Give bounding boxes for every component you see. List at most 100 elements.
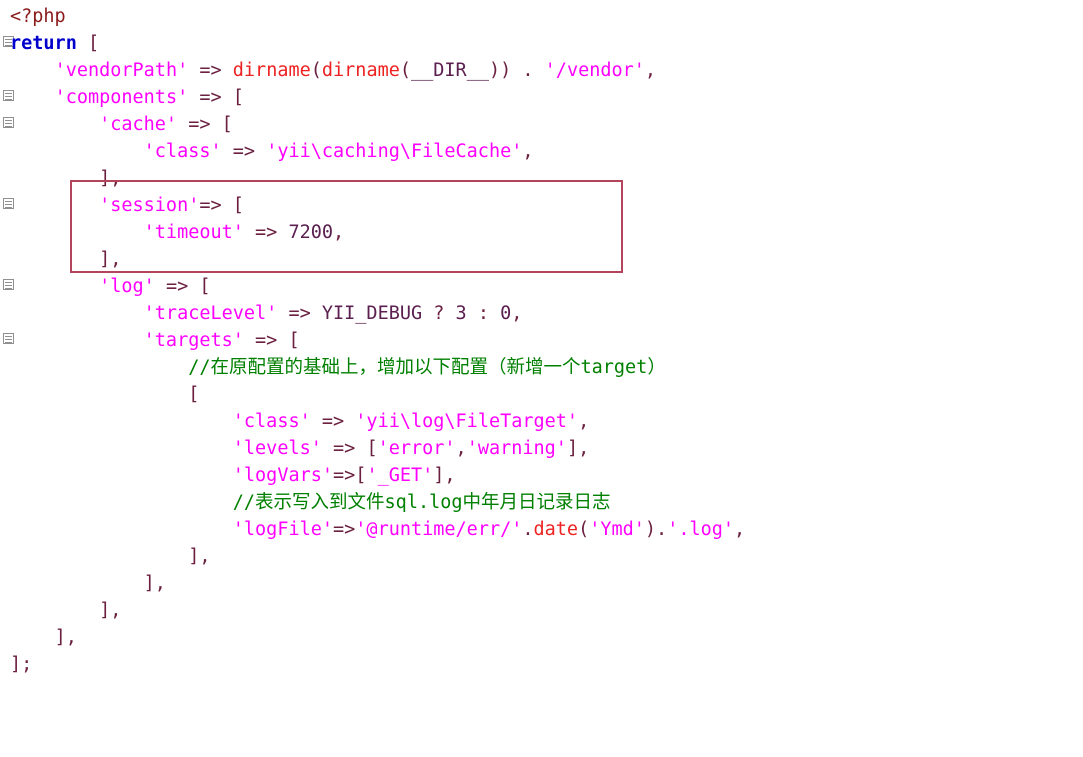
code-token: 'warning' — [466, 438, 567, 459]
code-token: => — [199, 195, 222, 216]
code-token: [ — [87, 33, 100, 54]
code-token: ], — [99, 168, 122, 189]
code-content[interactable]: <?php return [ 'vendorPath' => dirname(di… — [10, 3, 1083, 678]
code-line[interactable]: [ — [10, 381, 1083, 408]
code-token: [ — [188, 384, 200, 405]
code-line[interactable]: 'class' => 'yii\caching\FileCache', — [10, 138, 1083, 165]
code-line[interactable]: ]; — [10, 651, 1083, 678]
code-token: 'log' — [99, 276, 155, 297]
code-token: => — [321, 411, 345, 432]
code-line[interactable]: return [ — [10, 30, 1083, 57]
code-line[interactable]: //表示写入到文件sql.log中年月日记录日志 — [10, 489, 1083, 516]
code-line[interactable]: 'timeout' => 7200, — [10, 219, 1083, 246]
code-token: . — [522, 519, 534, 540]
code-token: [ — [232, 87, 244, 108]
code-token: ], — [433, 465, 456, 486]
code-line[interactable]: 'cache' => [ — [10, 111, 1083, 138]
code-line[interactable]: 'logVars'=>['_GET'], — [10, 462, 1083, 489]
code-token: => — [188, 114, 211, 135]
code-token: 'error' — [377, 438, 456, 459]
code-line[interactable]: ], — [10, 543, 1083, 570]
code-token: ? — [433, 303, 445, 324]
code-token: => — [333, 519, 356, 540]
code-token: [ — [199, 276, 211, 297]
code-line[interactable]: 'logFile'=>'@runtime/err/'.date('Ymd').'… — [10, 516, 1083, 543]
code-token: => — [199, 60, 222, 81]
code-token: [ — [221, 114, 233, 135]
code-token: =>[ — [333, 465, 367, 486]
code-token: 3 — [455, 303, 467, 324]
code-line[interactable]: 'traceLevel' => YII_DEBUG ? 3 : 0, — [10, 300, 1083, 327]
code-token: 'yii\caching\FileCache' — [266, 141, 523, 162]
code-token: 'components' — [54, 87, 189, 108]
code-token: . — [522, 60, 534, 81]
code-token: => — [288, 303, 311, 324]
code-token: 7200 — [288, 222, 334, 243]
code-token: => — [255, 330, 278, 351]
code-token: => — [199, 87, 222, 108]
code-line[interactable]: 'components' => [ — [10, 84, 1083, 111]
code-token: , — [511, 303, 523, 324]
code-token: 'logVars' — [232, 465, 334, 486]
code-line[interactable]: 'vendorPath' => dirname(dirname(__DIR__)… — [10, 57, 1083, 84]
code-line[interactable]: <?php — [10, 3, 1083, 30]
code-line[interactable]: //在原配置的基础上，增加以下配置（新增一个target） — [10, 354, 1083, 381]
code-line[interactable]: ], — [10, 624, 1083, 651]
code-line[interactable]: 'log' => [ — [10, 273, 1083, 300]
code-token: => — [165, 276, 189, 297]
code-token: '/vendor' — [544, 60, 645, 81]
code-line[interactable]: 'targets' => [ — [10, 327, 1083, 354]
code-token: __DIR__ — [411, 60, 489, 81]
code-editor[interactable]: <?php return [ 'vendorPath' => dirname(di… — [0, 0, 1083, 757]
code-token: , — [522, 141, 534, 162]
code-token: ). — [644, 519, 668, 540]
code-token: 'vendorPath' — [54, 60, 189, 81]
code-line[interactable]: 'session'=> [ — [10, 192, 1083, 219]
code-token: ( — [310, 60, 322, 81]
code-line[interactable]: ], — [10, 570, 1083, 597]
code-token: 'Ymd' — [589, 519, 645, 540]
code-token: => — [255, 222, 278, 243]
code-line[interactable]: ], — [10, 246, 1083, 273]
code-token: , — [333, 222, 345, 243]
code-token: )) — [488, 60, 512, 81]
code-line[interactable]: 'levels' => ['error','warning'], — [10, 435, 1083, 462]
code-line[interactable]: ], — [10, 165, 1083, 192]
code-line[interactable]: 'class' => 'yii\log\FileTarget', — [10, 408, 1083, 435]
code-token: dirname — [321, 60, 400, 81]
code-token: date — [533, 519, 579, 540]
code-line[interactable]: ], — [10, 597, 1083, 624]
code-token: 0 — [500, 303, 512, 324]
code-token: 'traceLevel' — [143, 303, 278, 324]
code-token: ], — [99, 249, 122, 270]
